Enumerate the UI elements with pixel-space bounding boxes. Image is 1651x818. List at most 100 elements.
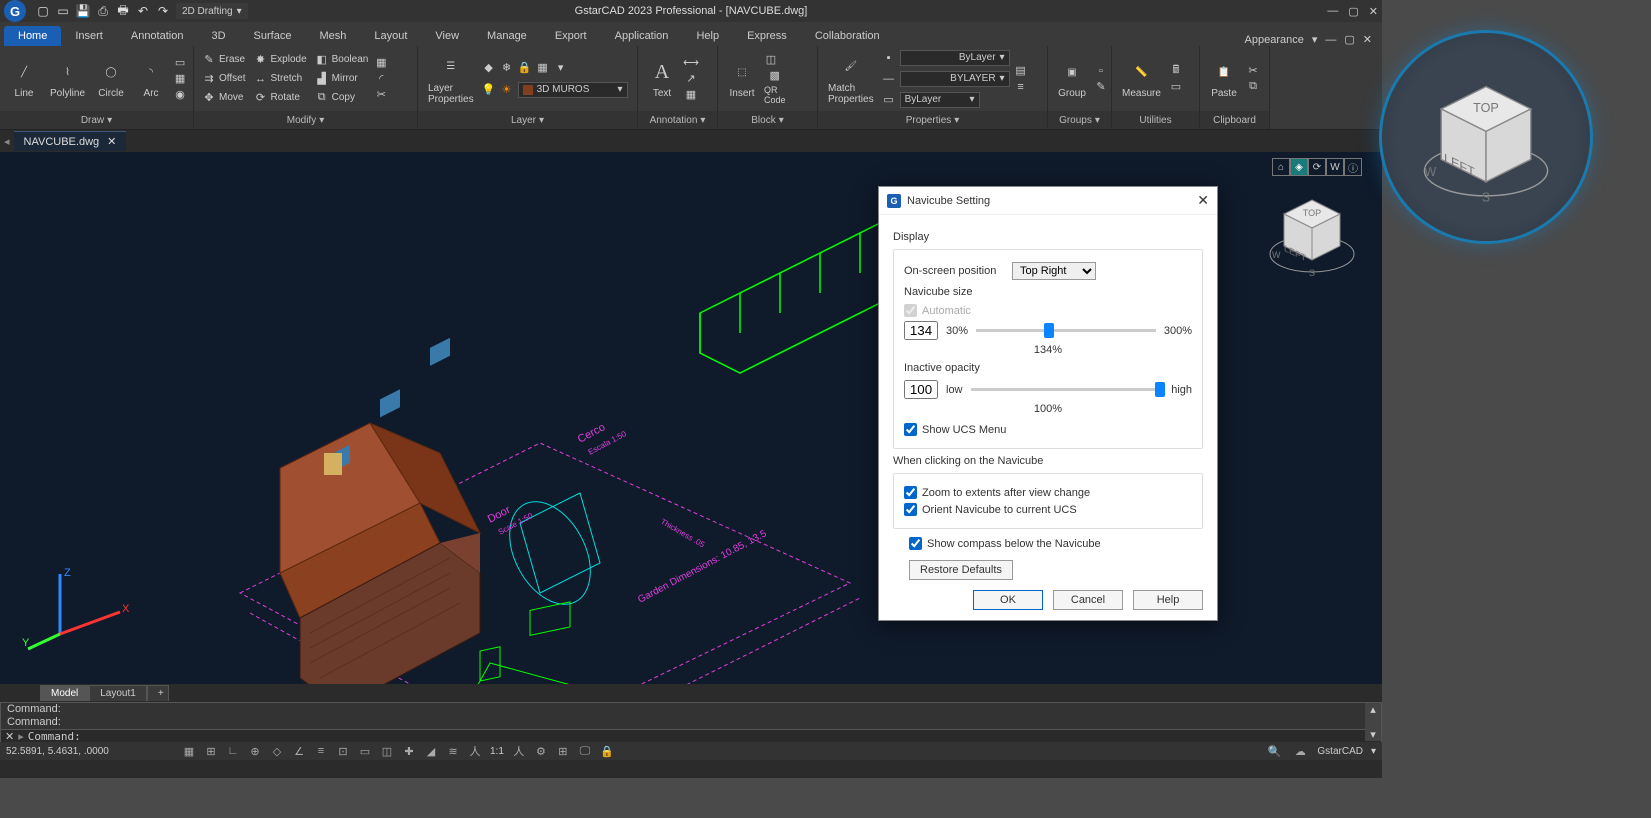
tool-mirror[interactable]: ▟Mirror [313, 70, 371, 87]
add-layout-icon[interactable]: + [147, 685, 169, 701]
maximize-icon[interactable]: ▢ [1348, 5, 1358, 18]
info-icon[interactable]: ⓘ [1344, 158, 1362, 176]
tool-offset[interactable]: ⇉Offset [200, 70, 248, 87]
tool-text[interactable]: AText [644, 56, 680, 101]
new-icon[interactable]: ▢ [36, 4, 50, 18]
tool-qr[interactable]: ▩QR Code [764, 69, 786, 105]
home-view-icon[interactable]: ⌂ [1272, 158, 1290, 176]
tab-manage[interactable]: Manage [473, 26, 541, 46]
compass-checkbox[interactable] [909, 537, 922, 550]
tool-measure[interactable]: 📏Measure [1118, 56, 1165, 101]
magnifier-icon[interactable]: 🔍 [1265, 743, 1283, 759]
sc-icon[interactable]: ✚ [400, 743, 418, 759]
wcs-icon[interactable]: W [1326, 158, 1344, 176]
tool-ellipse-icon[interactable]: ◉ [173, 88, 187, 102]
dialog-titlebar[interactable]: G Navicube Setting ✕ [879, 187, 1217, 215]
group-edit-icon[interactable]: ✎ [1094, 80, 1108, 94]
tool-erase[interactable]: ✎Erase [200, 51, 248, 68]
iso-icon[interactable]: ◢ [422, 743, 440, 759]
tool-match-props[interactable]: 🖌Match Properties [824, 51, 878, 107]
workspace-selector[interactable]: 2D Drafting▾ [176, 3, 248, 19]
saveas-icon[interactable]: ⎙ [96, 4, 110, 18]
tab-insert[interactable]: Insert [61, 26, 117, 46]
orbit-icon[interactable]: ⟳ [1308, 158, 1326, 176]
scale-icon[interactable]: 人 [466, 743, 484, 759]
orient-checkbox[interactable] [904, 503, 917, 516]
app-logo[interactable]: G [4, 0, 26, 22]
doctab-prev-icon[interactable]: ◂ [4, 135, 10, 148]
layer-combo[interactable]: 3D MUROS▾ [518, 82, 628, 98]
snap-icon[interactable]: ▦ [180, 743, 198, 759]
print-icon[interactable]: 🖶 [116, 4, 130, 18]
cmd-scrollbar[interactable]: ▴▾ [1365, 703, 1381, 741]
otrack-icon[interactable]: ∠ [290, 743, 308, 759]
tool-line[interactable]: ╱Line [6, 56, 42, 101]
tool-circle[interactable]: ◯Circle [93, 56, 129, 101]
tab-surface[interactable]: Surface [240, 26, 306, 46]
osnap-icon[interactable]: ◇ [268, 743, 286, 759]
tool-rotate[interactable]: ⟳Rotate [252, 89, 309, 106]
status-scale[interactable]: 1:1 [490, 746, 504, 757]
select-icon[interactable]: ▭ [1169, 80, 1183, 94]
cut-icon[interactable]: ✂ [1246, 64, 1260, 78]
grid2-icon[interactable]: ⊞ [554, 743, 572, 759]
show-ucs-checkbox[interactable] [904, 423, 917, 436]
grid-icon[interactable]: ⊞ [202, 743, 220, 759]
layer-color-icon[interactable]: ▦ [536, 61, 550, 75]
pos-select[interactable]: Top Right [1012, 262, 1096, 280]
navcube-toggle-icon[interactable]: ◈ [1290, 158, 1308, 176]
tool-fillet-icon[interactable]: ◜ [374, 72, 388, 86]
appearance-menu[interactable]: Appearance▾ — ▢ ✕ [1239, 33, 1378, 46]
tool-rect-icon[interactable]: ▭ [173, 56, 187, 70]
restore-ribbon-icon[interactable]: ▢ [1344, 33, 1354, 46]
ortho-icon[interactable]: ∟ [224, 743, 242, 759]
tool-polyline[interactable]: ⌇Polyline [46, 56, 89, 101]
restore-defaults-button[interactable]: Restore Defaults [909, 560, 1013, 580]
dyn-icon[interactable]: ⊡ [334, 743, 352, 759]
layer-freeze-icon[interactable]: ❄ [500, 61, 514, 75]
tool-paste[interactable]: 📋Paste [1206, 56, 1242, 101]
tool-explode[interactable]: ✸Explode [252, 51, 309, 68]
ws-icon[interactable]: ⚙ [532, 743, 550, 759]
tab-collaboration[interactable]: Collaboration [801, 26, 894, 46]
mon-icon[interactable]: 🖵 [576, 743, 594, 759]
opacity-slider[interactable] [971, 388, 1164, 391]
navcube-widget[interactable]: TOP LEFT FRONT S W [1262, 182, 1362, 282]
tab-home[interactable]: Home [4, 26, 61, 46]
document-tab[interactable]: NAVCUBE.dwg ✕ [14, 131, 127, 151]
tab-application[interactable]: Application [601, 26, 683, 46]
tool-boolean[interactable]: ◧Boolean [313, 51, 371, 68]
layer-more-icon[interactable]: ▾ [554, 61, 568, 75]
help-button[interactable]: Help [1133, 590, 1203, 610]
qp-icon[interactable]: ◫ [378, 743, 396, 759]
copy-clip-icon[interactable]: ⧉ [1246, 80, 1260, 94]
color-swatch-icon[interactable]: ▪ [882, 51, 896, 65]
tab-export[interactable]: Export [541, 26, 601, 46]
color-combo[interactable]: ByLayer▾ [900, 50, 1010, 66]
tab-help[interactable]: Help [682, 26, 733, 46]
lwt-icon[interactable]: ≡ [312, 743, 330, 759]
redo-icon[interactable]: ↷ [156, 4, 170, 18]
tab-layout[interactable]: Layout [360, 26, 421, 46]
tab-view[interactable]: View [421, 26, 473, 46]
tool-copy[interactable]: ⧉Copy [313, 89, 371, 106]
size-input[interactable] [904, 321, 938, 340]
minimize-icon[interactable]: — [1327, 5, 1338, 18]
ann-icon[interactable]: ≋ [444, 743, 462, 759]
tab-3d[interactable]: 3D [197, 26, 239, 46]
tab-mesh[interactable]: Mesh [305, 26, 360, 46]
lock-icon[interactable]: 🔒 [598, 743, 616, 759]
open-icon[interactable]: ▭ [56, 4, 70, 18]
tool-move[interactable]: ✥Move [200, 89, 248, 106]
ok-button[interactable]: OK [973, 590, 1043, 610]
layout-tab-layout1[interactable]: Layout1 [89, 685, 147, 701]
tool-stretch[interactable]: ↔Stretch [252, 70, 309, 87]
doctab-close-icon[interactable]: ✕ [107, 135, 116, 148]
layer-state-icon[interactable]: ◆ [482, 61, 496, 75]
tool-arc[interactable]: ◝Arc [133, 56, 169, 101]
chevron-down-icon[interactable]: ▾ [107, 115, 112, 126]
close-icon[interactable]: ✕ [1369, 5, 1378, 18]
save-icon[interactable]: 💾 [76, 4, 90, 18]
tool-group[interactable]: ▣Group [1054, 56, 1090, 101]
layer-lock-icon[interactable]: 🔒 [518, 61, 532, 75]
